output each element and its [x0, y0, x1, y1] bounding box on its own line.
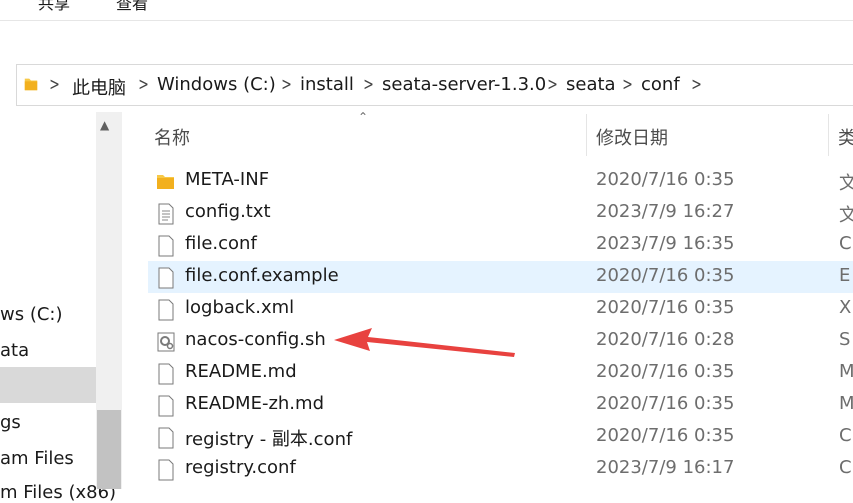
file-modified-date: 2020/7/16 0:35 — [596, 169, 735, 190]
file-modified-date: 2020/7/16 0:35 — [596, 297, 735, 318]
file-type: E — [839, 265, 851, 286]
breadcrumb-item-seata-server[interactable]: seata-server-1.3.0 — [382, 74, 546, 95]
sort-ascending-icon: ⌃ — [358, 110, 369, 124]
column-header-name[interactable]: 名称 — [154, 124, 190, 150]
ribbon-tab-share[interactable]: 共享 — [38, 0, 70, 14]
breadcrumb-item-seata[interactable]: seata — [566, 74, 616, 95]
column-header-date[interactable]: 修改日期 — [596, 124, 668, 150]
file-modified-date: 2020/7/16 0:35 — [596, 393, 735, 414]
chevron-right-icon[interactable]: > — [547, 74, 558, 95]
file-modified-date: 2020/7/16 0:28 — [596, 329, 735, 350]
column-divider[interactable] — [586, 114, 587, 156]
file-type: C — [839, 233, 852, 254]
file-name[interactable]: META-INF — [185, 169, 269, 190]
nav-item-logs[interactable]: gs — [0, 412, 21, 433]
chevron-right-icon[interactable]: > — [691, 74, 702, 95]
file-name[interactable]: README-zh.md — [185, 393, 324, 414]
file-name[interactable]: registry.conf — [185, 457, 296, 478]
breadcrumb-item-windows-c[interactable]: Windows (C:) — [157, 74, 276, 95]
file-row[interactable]: registry.conf 2023/7/9 16:17 C — [148, 453, 853, 485]
folder-icon — [24, 78, 38, 91]
file-name[interactable]: file.conf — [185, 233, 257, 254]
file-row[interactable]: README.md 2020/7/16 0:35 M — [148, 357, 853, 389]
file-row[interactable]: META-INF 2020/7/16 0:35 文 — [148, 165, 853, 197]
chevron-right-icon[interactable]: > — [49, 74, 60, 95]
breadcrumb-item-this-pc[interactable]: 此电脑 — [72, 74, 126, 100]
file-modified-date: 2023/7/9 16:17 — [596, 457, 735, 478]
file-icon — [158, 235, 174, 257]
file-name[interactable]: logback.xml — [185, 297, 294, 318]
file-icon — [158, 363, 174, 385]
file-row[interactable]: nacos-config.sh 2020/7/16 0:28 S — [148, 325, 853, 357]
breadcrumb-item-install[interactable]: install — [300, 74, 354, 95]
file-type: M — [839, 393, 853, 414]
file-modified-date: 2023/7/9 16:27 — [596, 201, 735, 222]
file-icon — [158, 459, 174, 481]
text-file-icon — [158, 203, 174, 225]
file-modified-date: 2020/7/16 0:35 — [596, 265, 735, 286]
file-row[interactable]: logback.xml 2020/7/16 0:35 X — [148, 293, 853, 325]
chevron-right-icon[interactable]: > — [363, 74, 374, 95]
chevron-right-icon[interactable]: > — [138, 74, 149, 95]
file-type: 文 — [839, 173, 853, 194]
file-row[interactable]: config.txt 2023/7/9 16:27 文 — [148, 197, 853, 229]
column-divider[interactable] — [828, 114, 829, 156]
nav-item-windows-c[interactable]: ws (C:) — [0, 304, 63, 325]
file-icon — [158, 427, 174, 449]
file-modified-date: 2020/7/16 0:35 — [596, 361, 735, 382]
file-row[interactable]: registry - 副本.conf 2020/7/16 0:35 C — [148, 421, 853, 453]
file-icon — [158, 299, 174, 321]
file-modified-date: 2023/7/9 16:35 — [596, 233, 735, 254]
file-name[interactable]: nacos-config.sh — [185, 329, 326, 350]
file-row[interactable]: README-zh.md 2020/7/16 0:35 M — [148, 389, 853, 421]
file-name[interactable]: registry - 副本.conf — [185, 425, 352, 451]
column-header-type[interactable]: 类 — [838, 124, 853, 150]
chevron-right-icon[interactable]: > — [622, 74, 633, 95]
file-type: X — [839, 297, 852, 318]
nav-selected-item[interactable] — [0, 367, 96, 403]
file-row[interactable]: file.conf.example 2020/7/16 0:35 E — [148, 261, 853, 293]
nav-scrollbar-thumb[interactable] — [97, 410, 121, 489]
file-name[interactable]: file.conf.example — [185, 265, 339, 286]
address-bar[interactable]: > 此电脑 > Windows (C:) > install > seata-s… — [16, 64, 853, 106]
file-type: C — [839, 425, 852, 446]
nav-item-program-files[interactable]: am Files — [0, 448, 74, 469]
nav-item-seata[interactable]: ata — [0, 340, 29, 361]
ribbon-tab-view[interactable]: 查看 — [116, 0, 148, 14]
ribbon: 共享 查看 — [0, 0, 853, 21]
file-modified-date: 2020/7/16 0:35 — [596, 425, 735, 446]
chevron-right-icon[interactable]: > — [281, 74, 292, 95]
file-type: S — [839, 329, 851, 350]
file-type: C — [839, 457, 852, 478]
file-name[interactable]: README.md — [185, 361, 297, 382]
script-file-icon — [157, 332, 175, 352]
breadcrumb-item-conf[interactable]: conf — [641, 74, 680, 95]
file-row[interactable]: file.conf 2023/7/9 16:35 C — [148, 229, 853, 261]
file-icon — [158, 395, 174, 417]
folder-icon — [157, 175, 174, 189]
file-type: 文 — [839, 205, 853, 226]
file-icon — [158, 267, 174, 289]
scroll-up-icon[interactable]: ▲ — [100, 118, 109, 132]
file-name[interactable]: config.txt — [185, 201, 271, 222]
file-type: M — [839, 361, 853, 382]
